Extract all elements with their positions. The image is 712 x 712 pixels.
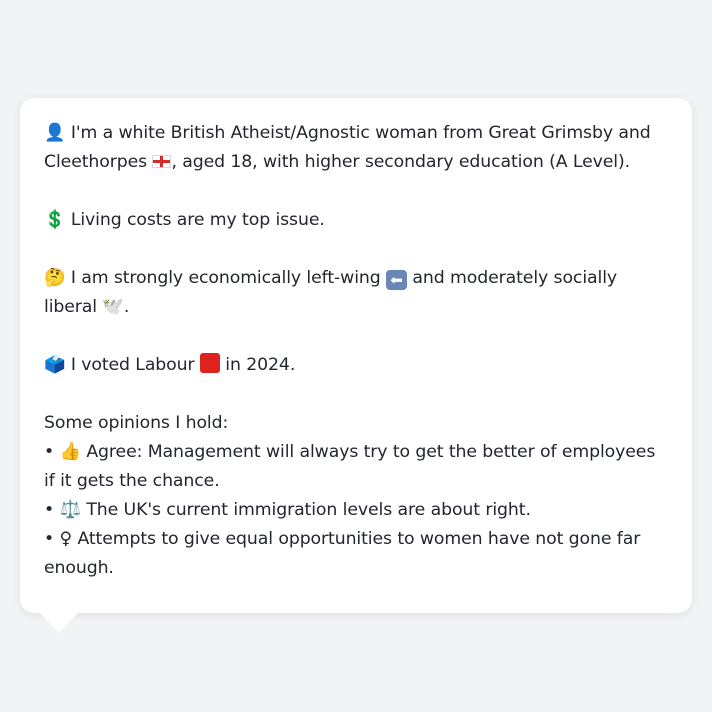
opinion-item: • ⚖️ The UK's current immigration levels… bbox=[44, 496, 668, 525]
ballot-box-icon: 🗳️ bbox=[44, 355, 66, 375]
opinion-item: • ♀ Attempts to give equal opportunities… bbox=[44, 525, 668, 583]
ideology-text-a: I am strongly economically left-wing bbox=[70, 268, 387, 288]
vote-text-b: in 2024. bbox=[219, 355, 296, 375]
england-flag-icon bbox=[152, 155, 172, 168]
red-square-icon bbox=[199, 353, 220, 373]
bullet: • bbox=[44, 442, 55, 462]
dollar-sign-icon: 💲 bbox=[44, 210, 66, 230]
message-bubble: 👤 I'm a white British Atheist/Agnostic w… bbox=[20, 98, 692, 613]
ideology-text-c: . bbox=[123, 297, 130, 317]
balance-scale-icon: ⚖️ bbox=[59, 500, 82, 520]
ideology-line: 🤔 I am strongly economically left-wing ⬅… bbox=[44, 264, 668, 322]
bust-silhouette-icon: 👤 bbox=[44, 123, 66, 143]
left-arrow-icon: ⬅ bbox=[386, 270, 408, 290]
female-sign-icon: ♀ bbox=[59, 529, 73, 549]
opinion-text: Agree: Management will always try to get… bbox=[44, 442, 656, 491]
opinion-text: Attempts to give equal opportunities to … bbox=[44, 529, 641, 578]
vote-text-a: I voted Labour bbox=[70, 355, 200, 375]
vote-line: 🗳️ I voted Labour in 2024. bbox=[44, 351, 668, 380]
top-issue-line: 💲 Living costs are my top issue. bbox=[44, 206, 668, 235]
opinions-heading: Some opinions I hold: bbox=[44, 413, 229, 433]
thumbs-up-icon: 👍 bbox=[59, 442, 82, 462]
intro-text-b: , aged 18, with higher secondary educati… bbox=[171, 152, 631, 172]
bullet: • bbox=[44, 529, 55, 549]
opinion-text: The UK's current immigration levels are … bbox=[86, 500, 531, 520]
thinking-face-icon: 🤔 bbox=[44, 268, 66, 288]
bullet: • bbox=[44, 500, 55, 520]
intro-line: 👤 I'm a white British Atheist/Agnostic w… bbox=[44, 119, 668, 177]
top-issue-text: Living costs are my top issue. bbox=[70, 210, 325, 230]
opinion-item: • 👍 Agree: Management will always try to… bbox=[44, 438, 668, 496]
bubble-tail bbox=[38, 611, 80, 633]
dove-icon: 🕊️ bbox=[102, 297, 124, 317]
